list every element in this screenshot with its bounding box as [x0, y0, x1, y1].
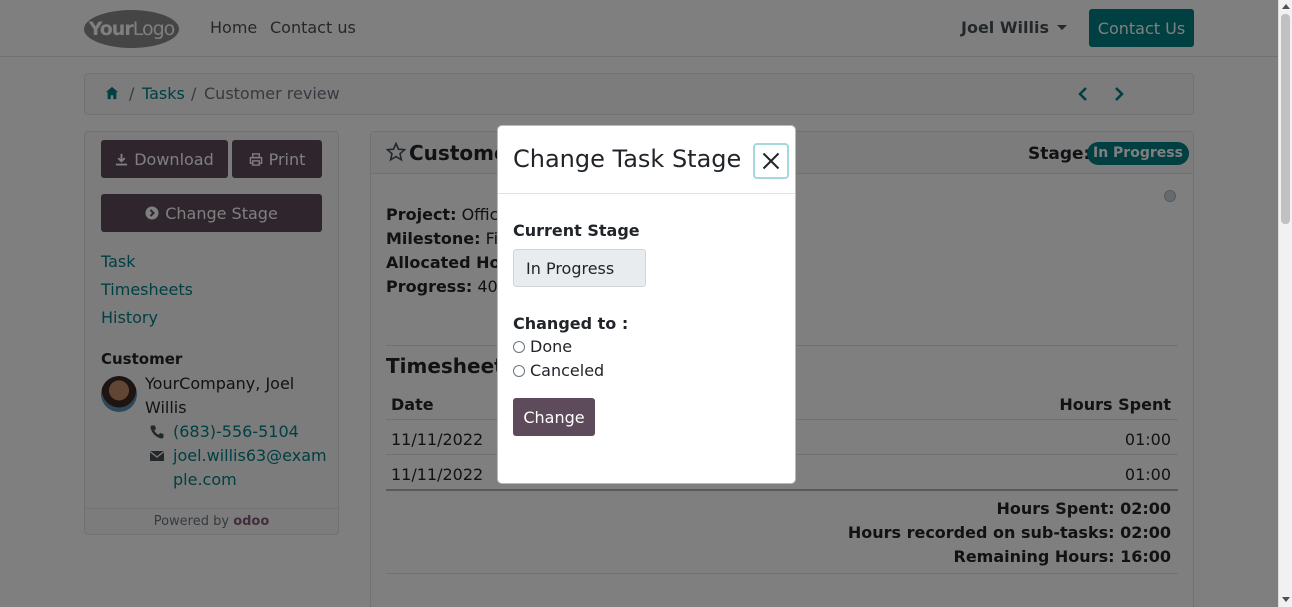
- stage-option-canceled[interactable]: Canceled: [513, 361, 604, 380]
- changed-to-label: Changed to :: [513, 314, 629, 333]
- scroll-down-icon[interactable]: [1282, 597, 1290, 602]
- scroll-thumb[interactable]: [1281, 14, 1290, 224]
- modal-title: Change Task Stage: [513, 145, 742, 173]
- scrollbar[interactable]: [1278, 0, 1292, 607]
- close-icon: [762, 152, 780, 170]
- radio-button[interactable]: [513, 364, 525, 377]
- scroll-up-icon[interactable]: [1282, 4, 1290, 9]
- modal-header: Change Task Stage: [498, 126, 795, 194]
- radio-button[interactable]: [513, 340, 525, 353]
- stage-option-done[interactable]: Done: [513, 337, 572, 356]
- close-button[interactable]: [753, 143, 789, 179]
- change-button[interactable]: Change: [513, 398, 595, 436]
- change-stage-modal: Change Task Stage Current Stage In Progr…: [497, 125, 796, 484]
- current-stage-label: Current Stage: [513, 221, 640, 240]
- current-stage-field: In Progress: [513, 249, 646, 287]
